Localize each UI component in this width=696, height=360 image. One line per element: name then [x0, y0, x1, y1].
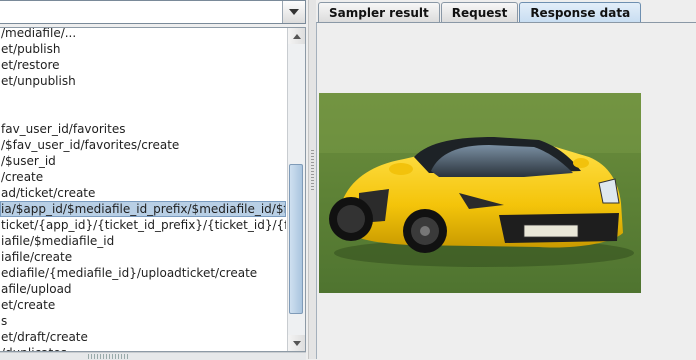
sampler-list-item[interactable]: afile/upload: [0, 281, 286, 297]
selector-dropdown-button[interactable]: [282, 1, 305, 23]
chevron-down-icon: [289, 9, 299, 15]
arrow-down-icon: [292, 340, 301, 346]
sampler-list-item[interactable]: s: [0, 313, 286, 329]
sampler-list-item[interactable]: iafile/$mediafile_id: [0, 233, 286, 249]
sampler-list-items: /mediafile/... et/publish et/restore et/unp…: [0, 28, 286, 351]
tab-request[interactable]: Request: [440, 2, 519, 22]
sampler-list-item[interactable]: /$fav_user_id/favorites/create: [0, 137, 286, 153]
sampler-list-item[interactable]: ediafile/{mediafile_id}/uploadticket/cre…: [0, 265, 286, 281]
sampler-list-item[interactable]: et/unpublish: [0, 73, 286, 89]
sampler-selector[interactable]: [0, 0, 306, 24]
vertical-scrollbar[interactable]: [287, 28, 305, 351]
sampler-list-item[interactable]: et/publish: [0, 41, 286, 57]
scroll-down-button[interactable]: [288, 335, 305, 351]
response-image: [319, 93, 641, 293]
sampler-tree-panel: /mediafile/... et/publish et/restore et/unp…: [0, 0, 308, 360]
car-photo: [319, 93, 641, 293]
sampler-list: /mediafile/... et/publish et/restore et/unp…: [0, 27, 306, 352]
sampler-list-item[interactable]: et/create: [0, 297, 286, 313]
result-tabs: Sampler result Request Response data: [318, 2, 642, 24]
scroll-up-button[interactable]: [288, 28, 305, 44]
sampler-list-item[interactable]: et/draft/create: [0, 329, 286, 345]
sampler-list-item[interactable]: /duplicates: [0, 345, 286, 351]
vertical-scroll-thumb[interactable]: [289, 164, 303, 314]
sampler-list-item[interactable]: fav_user_id/favorites: [0, 121, 286, 137]
sampler-list-item[interactable]: /$user_id: [0, 153, 286, 169]
sampler-list-item[interactable]: iafile/create: [0, 249, 286, 265]
splitter-grip[interactable]: [311, 150, 314, 190]
results-panel: Sampler result Request Response data: [316, 0, 696, 359]
sampler-list-item[interactable]: /create: [0, 169, 286, 185]
arrow-up-icon: [292, 33, 301, 39]
sampler-list-item[interactable]: [0, 89, 286, 105]
sampler-list-item[interactable]: /mediafile/...: [0, 28, 286, 41]
response-data-view: [316, 22, 696, 359]
sampler-list-item[interactable]: [0, 105, 286, 121]
sampler-list-item[interactable]: ticket/{app_id}/{ticket_id_prefix}/{tick…: [0, 217, 286, 233]
sampler-list-item[interactable]: ad/ticket/create: [0, 185, 286, 201]
sampler-list-item[interactable]: et/restore: [0, 57, 286, 73]
horizontal-scroll-grip[interactable]: [88, 354, 128, 359]
sampler-list-item[interactable]: ia/$app_id/$mediafile_id_prefix/$mediafi…: [0, 201, 286, 217]
tab-sampler-result[interactable]: Sampler result: [318, 2, 440, 22]
panel-splitter[interactable]: [308, 0, 316, 359]
tab-response-data[interactable]: Response data: [519, 2, 642, 24]
